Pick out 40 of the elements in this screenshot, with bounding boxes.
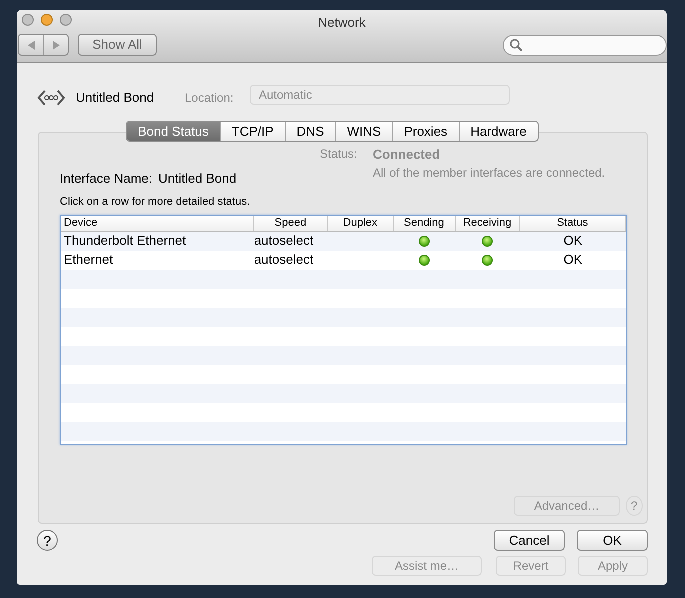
back-arrow-icon[interactable] (28, 40, 34, 50)
dialog-button[interactable]: Cancel (494, 530, 565, 551)
table-cell-text: autoselect (254, 232, 315, 250)
table-cell-text: Thunderbolt Ethernet (63, 232, 188, 250)
close-button[interactable] (22, 14, 34, 26)
column-header[interactable]: Status (520, 216, 626, 230)
tab[interactable]: Bond Status (127, 122, 220, 141)
interface-title: Untitled Bond (76, 89, 154, 108)
table-cell-text: OK (564, 232, 583, 250)
back-forward-control[interactable] (18, 34, 69, 56)
forward-arrow-icon[interactable] (52, 40, 60, 50)
tab[interactable]: DNS (284, 122, 336, 141)
table-cell-text: OK (564, 251, 583, 270)
minimize-button[interactable] (41, 14, 53, 26)
column-header[interactable]: Device (61, 216, 254, 230)
bond-interface-icon (37, 88, 66, 108)
tab[interactable]: TCP/IP (220, 122, 285, 141)
status-value: Connected (373, 146, 440, 164)
zoom-button[interactable] (60, 14, 72, 26)
status-detail: All of the member interfaces are connected. (373, 165, 606, 182)
table-cell-text: autoselect (254, 251, 315, 270)
show-all-button[interactable]: Show All (78, 34, 157, 56)
hint-text: Click on a row for more detailed status. (60, 195, 252, 210)
tab[interactable]: WINS (335, 122, 392, 141)
tab[interactable]: Proxies (392, 122, 459, 141)
column-header[interactable]: Speed (254, 216, 328, 230)
search-icon (510, 39, 523, 52)
dialog-button[interactable]: OK (577, 530, 648, 551)
help-button[interactable]: ? (37, 530, 58, 551)
tab[interactable]: Hardware (458, 122, 538, 141)
interface-name-value: Untitled Bond (158, 170, 237, 187)
location-label: Location: (185, 90, 234, 107)
column-header[interactable]: Receiving (456, 216, 520, 230)
table-cell-text: Ethernet (63, 251, 114, 270)
column-header[interactable]: Sending (394, 216, 456, 230)
search-field[interactable] (503, 35, 667, 56)
status-label: Status: (320, 146, 358, 163)
interface-name-label: Interface Name: (60, 170, 152, 187)
window-title: Network (318, 14, 366, 32)
column-header[interactable]: Duplex (328, 216, 394, 230)
